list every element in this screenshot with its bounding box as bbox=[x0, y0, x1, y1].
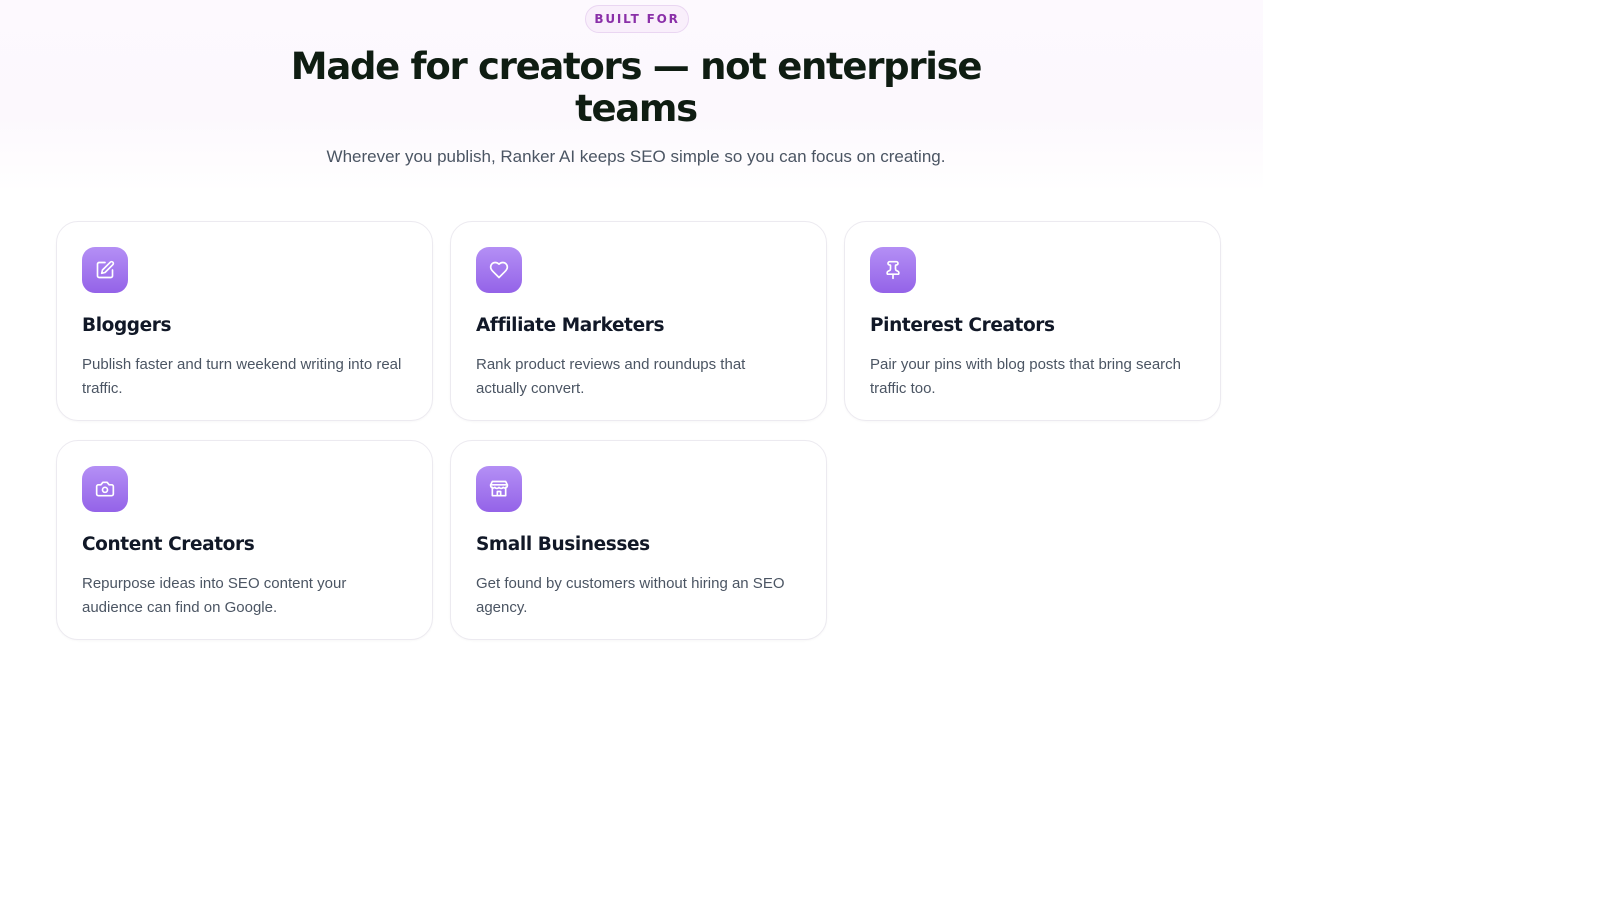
built-for-badge: BUILT FOR bbox=[585, 5, 689, 33]
card-description: Get found by customers without hiring an… bbox=[476, 575, 785, 616]
card-description: Pair your pins with blog posts that brin… bbox=[870, 356, 1181, 397]
audience-card-pinterest-creators: Pinterest Creators Pair your pins with b… bbox=[844, 221, 1221, 421]
built-for-label: BUILT FOR bbox=[594, 12, 680, 26]
section-subtitle: Wherever you publish, Ranker AI keeps SE… bbox=[326, 147, 946, 166]
card-description: Publish faster and turn weekend writing … bbox=[82, 356, 402, 397]
card-title: Bloggers bbox=[82, 315, 172, 336]
card-description: Repurpose ideas into SEO content your au… bbox=[82, 575, 347, 616]
store-icon bbox=[476, 466, 522, 512]
section-title: Made for creators — not enterprise teams bbox=[290, 45, 983, 130]
card-description: Rank product reviews and roundups that a… bbox=[476, 356, 746, 397]
audience-card-affiliate-marketers: Affiliate Marketers Rank product reviews… bbox=[450, 221, 827, 421]
pin-icon bbox=[870, 247, 916, 293]
card-title: Small Businesses bbox=[476, 534, 650, 555]
audience-card-bloggers: Bloggers Publish faster and turn weekend… bbox=[56, 221, 433, 421]
edit-icon bbox=[82, 247, 128, 293]
card-title: Affiliate Marketers bbox=[476, 315, 665, 336]
camera-icon bbox=[82, 466, 128, 512]
card-title: Pinterest Creators bbox=[870, 315, 1055, 336]
card-title: Content Creators bbox=[82, 534, 255, 555]
heart-icon bbox=[476, 247, 522, 293]
audience-card-small-businesses: Small Businesses Get found by customers … bbox=[450, 440, 827, 640]
audience-card-content-creators: Content Creators Repurpose ideas into SE… bbox=[56, 440, 433, 640]
